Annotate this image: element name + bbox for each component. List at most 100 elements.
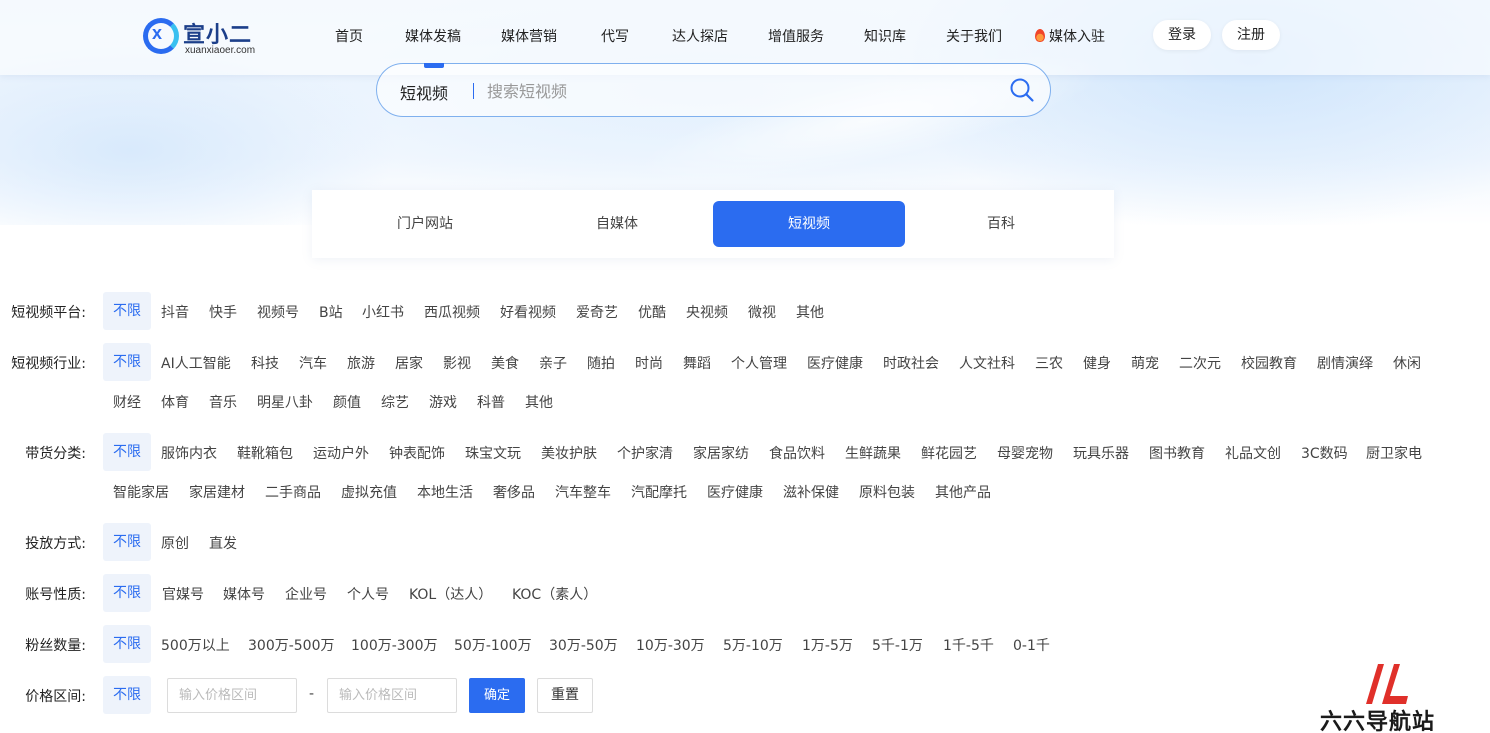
filter-industry-option[interactable]: 人文社科 xyxy=(959,353,1015,373)
filter-account-option[interactable]: 企业号 xyxy=(285,584,327,604)
filter-account-option[interactable]: KOL（达人） xyxy=(409,584,492,604)
filter-platform-option[interactable]: 小红书 xyxy=(362,302,404,322)
filter-industry-option[interactable]: 明星八卦 xyxy=(257,392,313,412)
filter-platform-option[interactable]: 爱奇艺 xyxy=(576,302,618,322)
filter-placement-option[interactable]: 直发 xyxy=(209,533,237,553)
site-logo[interactable]: x 宣小二 xuanxiaoer.com xyxy=(143,15,273,59)
filter-industry-option[interactable]: 财经 xyxy=(113,392,141,412)
filter-industry-option[interactable]: 居家 xyxy=(395,353,423,373)
filter-industry-option[interactable]: 科普 xyxy=(477,392,505,412)
filter-fans-option[interactable]: 5万-10万 xyxy=(723,635,783,655)
filter-industry-option[interactable]: 汽车 xyxy=(299,353,327,373)
filter-industry-option[interactable]: 音乐 xyxy=(209,392,237,412)
filter-goods-option[interactable]: 钟表配饰 xyxy=(389,443,445,463)
price-max-input[interactable] xyxy=(327,678,457,713)
filter-industry-option[interactable]: 休闲 xyxy=(1393,353,1421,373)
search-scope[interactable]: 短视频 xyxy=(400,80,448,104)
filter-goods-option[interactable]: 玩具乐器 xyxy=(1073,443,1129,463)
filter-goods-option[interactable]: 本地生活 xyxy=(417,482,473,502)
nav-media-join[interactable]: 媒体入驻 xyxy=(1035,26,1105,46)
filter-fans-option[interactable]: 100万-300万 xyxy=(351,635,438,655)
filter-goods-option[interactable]: 滋补保健 xyxy=(783,482,839,502)
nav-media-marketing[interactable]: 媒体营销 xyxy=(501,26,557,46)
filter-goods-option[interactable]: 运动户外 xyxy=(313,443,369,463)
filter-goods-option[interactable]: 珠宝文玩 xyxy=(465,443,521,463)
filter-platform-option[interactable]: 抖音 xyxy=(161,302,189,322)
filter-goods-option[interactable]: 汽配摩托 xyxy=(631,482,687,502)
nav-about[interactable]: 关于我们 xyxy=(946,26,1002,46)
filter-industry-option[interactable]: 时尚 xyxy=(635,353,663,373)
filter-industry-any[interactable]: 不限 xyxy=(103,343,151,381)
filter-industry-option[interactable]: 个人管理 xyxy=(731,353,787,373)
filter-goods-option[interactable]: 家居家纺 xyxy=(693,443,749,463)
price-reset-button[interactable]: 重置 xyxy=(537,678,593,713)
filter-industry-option[interactable]: 随拍 xyxy=(587,353,615,373)
filter-price-any[interactable]: 不限 xyxy=(103,676,151,714)
filter-goods-option[interactable]: 奢侈品 xyxy=(493,482,535,502)
login-button[interactable]: 登录 xyxy=(1153,20,1211,50)
tab-encyclopedia[interactable]: 百科 xyxy=(905,201,1097,247)
filter-platform-option[interactable]: 央视频 xyxy=(686,302,728,322)
filter-industry-option[interactable]: 游戏 xyxy=(429,392,457,412)
filter-industry-option[interactable]: 亲子 xyxy=(539,353,567,373)
filter-industry-option[interactable]: 剧情演绎 xyxy=(1317,353,1373,373)
filter-goods-option[interactable]: 鲜花园艺 xyxy=(921,443,977,463)
filter-platform-option[interactable]: B站 xyxy=(319,302,343,322)
filter-goods-option[interactable]: 生鲜蔬果 xyxy=(845,443,901,463)
filter-goods-option[interactable]: 其他产品 xyxy=(935,482,991,502)
filter-fans-option[interactable]: 5千-1万 xyxy=(872,635,923,655)
nav-ghostwriting[interactable]: 代写 xyxy=(601,26,629,46)
filter-goods-option[interactable]: 医疗健康 xyxy=(707,482,763,502)
filter-placement-any[interactable]: 不限 xyxy=(103,523,151,561)
filter-goods-option[interactable]: 服饰内衣 xyxy=(161,443,217,463)
filter-platform-option[interactable]: 好看视频 xyxy=(500,302,556,322)
filter-industry-option[interactable]: 萌宠 xyxy=(1131,353,1159,373)
filter-account-option[interactable]: 官媒号 xyxy=(162,584,204,604)
filter-goods-any[interactable]: 不限 xyxy=(103,433,151,471)
filter-goods-option[interactable]: 家居建材 xyxy=(189,482,245,502)
filter-fans-any[interactable]: 不限 xyxy=(103,625,151,663)
filter-industry-option[interactable]: 医疗健康 xyxy=(807,353,863,373)
search-icon[interactable] xyxy=(1009,77,1035,103)
price-min-input[interactable] xyxy=(167,678,297,713)
filter-fans-option[interactable]: 30万-50万 xyxy=(549,635,618,655)
filter-industry-option[interactable]: 颜值 xyxy=(333,392,361,412)
filter-account-option[interactable]: 媒体号 xyxy=(223,584,265,604)
filter-platform-option[interactable]: 微视 xyxy=(748,302,776,322)
filter-industry-option[interactable]: 美食 xyxy=(491,353,519,373)
filter-platform-any[interactable]: 不限 xyxy=(103,292,151,330)
filter-industry-option[interactable]: 综艺 xyxy=(381,392,409,412)
filter-account-option[interactable]: 个人号 xyxy=(347,584,389,604)
filter-goods-option[interactable]: 智能家居 xyxy=(113,482,169,502)
filter-account-option[interactable]: KOC（素人） xyxy=(512,584,597,604)
nav-value-added[interactable]: 增值服务 xyxy=(768,26,824,46)
nav-knowledge[interactable]: 知识库 xyxy=(864,26,906,46)
filter-industry-option[interactable]: 健身 xyxy=(1083,353,1111,373)
filter-fans-option[interactable]: 500万以上 xyxy=(161,635,230,655)
filter-fans-option[interactable]: 50万-100万 xyxy=(454,635,532,655)
filter-fans-option[interactable]: 0-1千 xyxy=(1013,635,1050,655)
filter-industry-option[interactable]: 旅游 xyxy=(347,353,375,373)
filter-platform-option[interactable]: 优酷 xyxy=(638,302,666,322)
filter-platform-option[interactable]: 快手 xyxy=(209,302,237,322)
tab-short-video[interactable]: 短视频 xyxy=(713,201,905,247)
filter-fans-option[interactable]: 300万-500万 xyxy=(248,635,335,655)
filter-industry-option[interactable]: 校园教育 xyxy=(1241,353,1297,373)
filter-platform-option[interactable]: 其他 xyxy=(796,302,824,322)
search-input[interactable] xyxy=(487,76,987,106)
filter-goods-option[interactable]: 虚拟充值 xyxy=(341,482,397,502)
tab-self-media[interactable]: 自媒体 xyxy=(521,201,713,247)
filter-fans-option[interactable]: 1千-5千 xyxy=(943,635,994,655)
price-confirm-button[interactable]: 确定 xyxy=(469,678,525,713)
filter-goods-option[interactable]: 图书教育 xyxy=(1149,443,1205,463)
nav-home[interactable]: 首页 xyxy=(335,26,363,46)
filter-goods-option[interactable]: 3C数码 xyxy=(1301,443,1348,463)
filter-goods-option[interactable]: 厨卫家电 xyxy=(1366,443,1422,463)
filter-industry-option[interactable]: 其他 xyxy=(525,392,553,412)
filter-goods-option[interactable]: 鞋靴箱包 xyxy=(237,443,293,463)
filter-industry-option[interactable]: 二次元 xyxy=(1179,353,1221,373)
filter-goods-option[interactable]: 礼品文创 xyxy=(1225,443,1281,463)
filter-goods-option[interactable]: 美妆护肤 xyxy=(541,443,597,463)
filter-platform-option[interactable]: 西瓜视频 xyxy=(424,302,480,322)
filter-goods-option[interactable]: 个护家清 xyxy=(617,443,673,463)
